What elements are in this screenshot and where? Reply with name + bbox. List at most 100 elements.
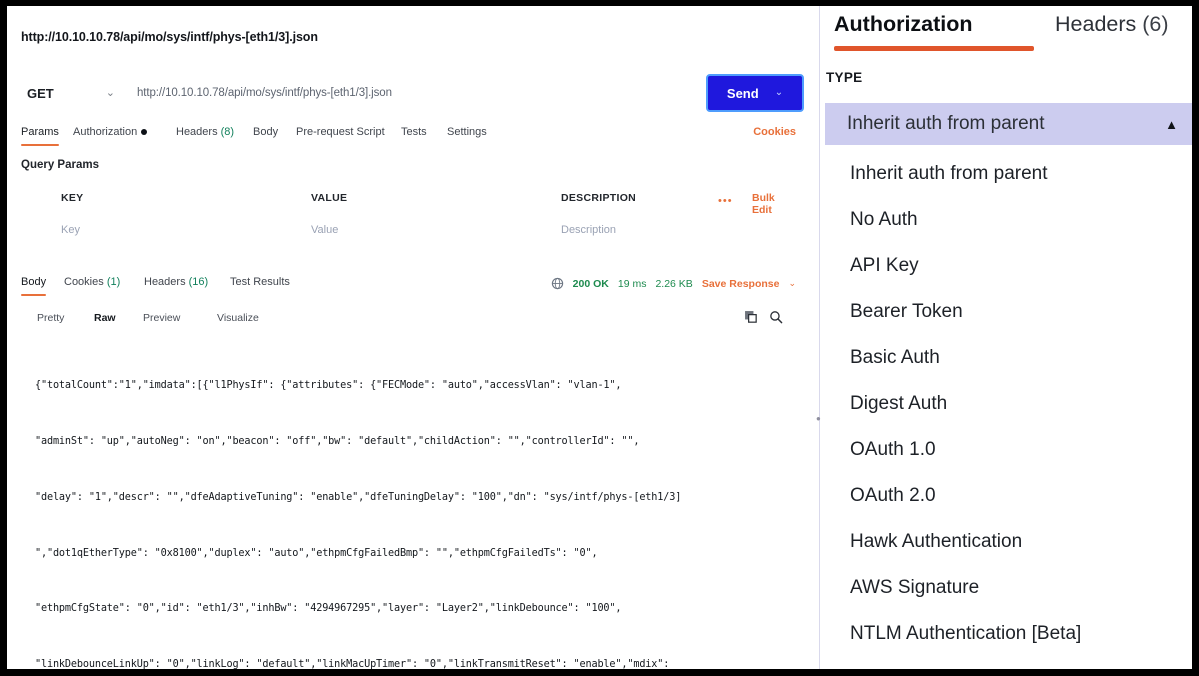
- auth-tab-strip: Params Authorization Headers (6): [810, 6, 1192, 56]
- menu-item-basic-auth[interactable]: Basic Auth: [826, 335, 1192, 381]
- auth-type-dropdown-menu: Inherit auth from parent No Auth API Key…: [826, 151, 1192, 657]
- tab-badge: (1): [106, 276, 121, 288]
- response-size: 2.26 KB: [655, 277, 693, 290]
- tab-settings[interactable]: Settings: [447, 126, 487, 143]
- menu-item-api-key[interactable]: API Key: [826, 243, 1192, 289]
- copy-icon[interactable]: [744, 310, 758, 324]
- request-title: http://10.10.10.78/api/mo/sys/intf/phys-…: [21, 30, 318, 44]
- url-input[interactable]: http://10.10.10.78/api/mo/sys/intf/phys-…: [137, 76, 677, 110]
- tab-label: Headers: [1055, 12, 1137, 36]
- format-preview[interactable]: Preview: [143, 312, 180, 324]
- response-body-line: ","dot1qEtherType": "0x8100","duplex": "…: [35, 547, 598, 559]
- pane-divider: [819, 6, 820, 669]
- tab-label: Pre-request Script: [296, 126, 385, 138]
- response-body-line: {"totalCount":"1","imdata":[{"l1PhysIf":…: [35, 380, 622, 392]
- format-visualize[interactable]: Visualize: [217, 312, 259, 324]
- auth-type-select[interactable]: Inherit auth from parent ▲: [825, 103, 1192, 145]
- tab-label: Test Results: [230, 276, 290, 288]
- table-row: Key Value Description: [21, 218, 796, 250]
- menu-item-bearer-token[interactable]: Bearer Token: [826, 289, 1192, 335]
- tab-label: Settings: [447, 126, 487, 138]
- response-body-line: "ethpmCfgState": "0","id": "eth1/3","inh…: [35, 603, 622, 615]
- chevron-up-icon: ▲: [1165, 116, 1178, 132]
- http-method-label: GET: [27, 85, 54, 101]
- format-raw[interactable]: Raw: [94, 312, 116, 324]
- globe-icon: [551, 277, 563, 290]
- tab-label: Body: [21, 276, 47, 288]
- screenshot-frame: http://10.10.10.78/api/mo/sys/intf/phys-…: [0, 0, 1199, 676]
- authorization-overlay: ● Params Authorization Headers (6) TYPE …: [810, 6, 1192, 669]
- column-header-value: VALUE: [311, 192, 348, 204]
- tab-label: Tests: [401, 126, 427, 138]
- query-params-heading: Query Params: [21, 159, 99, 171]
- menu-item-hawk-authentication[interactable]: Hawk Authentication: [826, 519, 1192, 565]
- response-tab-body[interactable]: Body: [21, 276, 47, 296]
- tab-label: Headers: [144, 276, 186, 288]
- more-options-icon[interactable]: •••: [718, 195, 733, 207]
- menu-item-inherit-auth[interactable]: Inherit auth from parent: [826, 151, 1192, 197]
- tab-label: Authorization: [73, 126, 138, 138]
- tab-headers-zoom[interactable]: Headers (6): [1055, 12, 1169, 37]
- save-response-button[interactable]: Save Response: [702, 278, 780, 290]
- tab-params[interactable]: Params: [21, 126, 59, 146]
- response-tab-strip: Body Cookies (1) Headers (16) Test Resul…: [21, 276, 796, 298]
- response-tab-headers[interactable]: Headers (16): [144, 276, 208, 293]
- tab-label: Headers: [176, 126, 218, 138]
- chevron-down-icon[interactable]: ⌄: [788, 278, 796, 289]
- tab-label: Body: [253, 126, 279, 138]
- unsaved-dot-icon: [141, 129, 148, 136]
- scroll-nub-icon[interactable]: ●: [816, 414, 823, 423]
- response-body-line: "linkDebounceLinkUp": "0","linkLog": "de…: [35, 659, 670, 669]
- format-pretty[interactable]: Pretty: [37, 312, 64, 324]
- chevron-down-icon: ⌄: [105, 86, 115, 99]
- request-response-pane: http://10.10.10.78/api/mo/sys/intf/phys-…: [7, 6, 810, 669]
- body-format-strip: Pretty Raw Preview Visualize: [37, 310, 797, 332]
- menu-item-digest-auth[interactable]: Digest Auth: [826, 381, 1192, 427]
- body-action-icons: [744, 310, 783, 324]
- bulk-edit-button[interactable]: Bulk Edit: [752, 192, 796, 216]
- tab-label: Cookies: [64, 276, 104, 288]
- menu-item-oauth-1[interactable]: OAuth 1.0: [826, 427, 1192, 473]
- tab-label: Params: [21, 126, 59, 138]
- active-tab-underline: [834, 46, 1034, 51]
- response-tab-cookies[interactable]: Cookies (1): [64, 276, 120, 293]
- param-description-input[interactable]: Description: [561, 224, 616, 236]
- menu-item-oauth-2[interactable]: OAuth 2.0: [826, 473, 1192, 519]
- tab-headers[interactable]: Headers (8): [176, 126, 234, 143]
- tab-tests[interactable]: Tests: [401, 126, 427, 143]
- menu-item-no-auth[interactable]: No Auth: [826, 197, 1192, 243]
- tab-badge: (8): [220, 126, 235, 138]
- param-value-input[interactable]: Value: [311, 224, 338, 236]
- menu-item-aws-signature[interactable]: AWS Signature: [826, 565, 1192, 611]
- response-body-raw[interactable]: {"totalCount":"1","imdata":[{"l1PhysIf":…: [35, 340, 800, 669]
- response-tab-test-results[interactable]: Test Results: [230, 276, 290, 293]
- menu-item-ntlm-authentication[interactable]: NTLM Authentication [Beta]: [826, 611, 1192, 657]
- tab-label: Authorization: [834, 12, 973, 36]
- send-button-label: Send: [726, 85, 759, 101]
- chevron-down-icon: ⌄: [774, 87, 784, 98]
- column-header-description: DESCRIPTION: [561, 192, 637, 204]
- response-body-line: "delay": "1","descr": "","dfeAdaptiveTun…: [35, 491, 682, 503]
- tab-badge: (6): [1142, 12, 1169, 36]
- column-header-key: KEY: [61, 192, 84, 204]
- tab-body[interactable]: Body: [253, 126, 278, 143]
- cookies-link[interactable]: Cookies: [753, 126, 796, 138]
- url-bar: GET ⌄ http://10.10.10.78/api/mo/sys/intf…: [17, 70, 804, 116]
- tab-pre-request-script[interactable]: Pre-request Script: [296, 126, 385, 143]
- tab-authorization-zoom[interactable]: Authorization: [834, 12, 973, 37]
- request-tab-strip: Params Authorization Headers (8) Body Pr…: [21, 126, 796, 150]
- http-method-select[interactable]: GET ⌄: [21, 76, 123, 110]
- response-body-line: "adminSt": "up","autoNeg": "on","beacon"…: [35, 435, 640, 447]
- response-time: 19 ms: [617, 277, 647, 290]
- response-meta: 200 OK 19 ms 2.26 KB Save Response ⌄: [551, 277, 796, 290]
- table-header-row: KEY VALUE DESCRIPTION ••• Bulk Edit: [21, 186, 796, 218]
- status-badge: 200 OK: [572, 277, 609, 290]
- auth-type-selected-value: Inherit auth from parent: [847, 113, 1045, 134]
- search-icon[interactable]: [769, 310, 783, 324]
- app-canvas: http://10.10.10.78/api/mo/sys/intf/phys-…: [7, 6, 1192, 669]
- tab-authorization[interactable]: Authorization: [73, 126, 148, 143]
- param-key-input[interactable]: Key: [61, 224, 80, 236]
- auth-type-label: TYPE: [826, 70, 863, 85]
- tab-badge: (16): [188, 276, 209, 288]
- send-button[interactable]: Send ⌄: [706, 74, 804, 112]
